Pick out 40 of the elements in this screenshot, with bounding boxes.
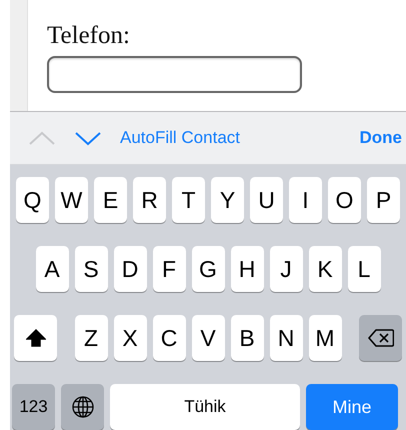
letter-key[interactable]: N [270,315,302,361]
letter-key[interactable]: A [36,246,68,292]
down-chevron-icon [74,130,102,146]
letter-key[interactable]: W [55,177,88,223]
letter-key[interactable]: P [367,177,400,223]
globe-icon [70,395,94,419]
numbers-key[interactable]: 123 [12,384,55,430]
letter-key[interactable]: Z [74,315,108,361]
letter-key[interactable]: C [152,315,186,361]
letter-key[interactable]: M [308,315,342,361]
letter-key[interactable]: I [289,177,322,223]
globe-key[interactable] [61,384,104,430]
space-key[interactable]: Tühik [110,384,300,430]
up-chevron-icon [28,130,56,146]
letter-key[interactable]: T [172,177,205,223]
shift-icon [26,328,46,348]
letter-key[interactable]: X [114,315,146,361]
letter-key[interactable]: S [74,246,108,292]
letter-key[interactable]: L [348,246,380,292]
letter-key[interactable]: K [308,246,342,292]
letter-key[interactable]: H [230,246,264,292]
go-key[interactable]: Mine [306,384,398,430]
letter-key[interactable]: B [230,315,264,361]
letter-key[interactable]: J [270,246,302,292]
letter-key[interactable]: V [192,315,224,361]
letter-key[interactable]: G [192,246,224,292]
letter-key[interactable]: R [133,177,166,223]
letter-key[interactable]: D [114,246,146,292]
letter-key[interactable]: F [152,246,186,292]
letter-key[interactable]: Y [211,177,244,223]
shift-key[interactable] [14,315,57,361]
letter-key[interactable]: U [250,177,283,223]
letter-key[interactable]: E [94,177,127,223]
phone-field[interactable] [47,56,302,93]
backspace-icon [368,329,394,347]
letter-key[interactable]: Q [16,177,49,223]
backspace-key[interactable] [359,315,402,361]
next-button[interactable] [74,130,102,146]
letter-key[interactable]: O [328,177,361,223]
field-label: Telefon: [47,22,131,50]
